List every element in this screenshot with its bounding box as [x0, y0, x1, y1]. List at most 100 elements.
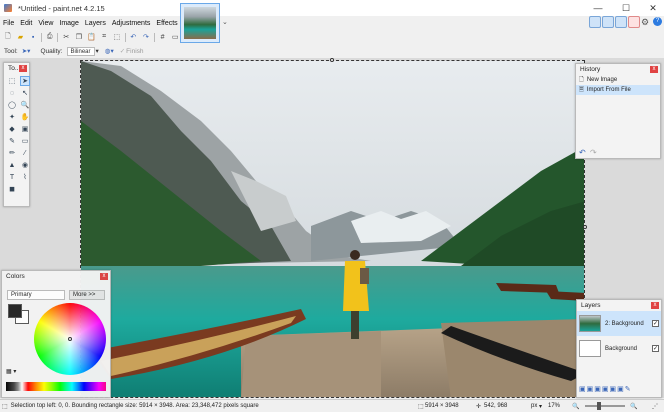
zoom-slider[interactable] — [585, 402, 625, 410]
lasso-select-tool-icon[interactable]: ◌ — [7, 88, 17, 98]
move-layer-up-icon[interactable]: ▣ — [610, 386, 618, 393]
open-folder-icon[interactable]: ▰ — [16, 33, 26, 42]
history-window-toggle-icon[interactable] — [602, 16, 614, 28]
redo-icon[interactable]: ↷ — [141, 33, 151, 42]
layer-row[interactable]: Background ✓ — [577, 336, 661, 361]
color-wheel[interactable] — [34, 303, 106, 375]
blend-mode-icon[interactable]: ◍▾ — [105, 47, 114, 55]
layer-visibility-checkbox[interactable]: ✓ — [652, 320, 659, 327]
zoom-tool-icon[interactable]: 🔍 — [20, 100, 30, 110]
close-button[interactable]: ✕ — [643, 2, 663, 14]
layer-thumbnail — [579, 315, 601, 332]
toolbar-separator — [153, 32, 155, 42]
zoom-dropdown-icon[interactable]: ▾ — [539, 403, 542, 410]
thumbnail-image — [184, 7, 216, 39]
add-layer-icon[interactable]: ▣ — [579, 386, 587, 393]
layer-visibility-checkbox[interactable]: ✓ — [652, 345, 659, 352]
paste-icon[interactable]: 📋 — [87, 33, 97, 42]
zoom-slider-thumb[interactable] — [597, 402, 601, 410]
maximize-button[interactable]: ☐ — [616, 2, 636, 14]
menu-view[interactable]: View — [35, 20, 56, 27]
duplicate-layer-icon[interactable]: ▣ — [594, 386, 602, 393]
pencil-tool-icon[interactable]: ✏ — [7, 148, 17, 158]
copy-icon[interactable]: ❐ — [74, 33, 84, 42]
shapes-tool-icon[interactable]: ◼ — [7, 184, 17, 194]
image-canvas[interactable] — [80, 60, 585, 398]
colors-window-toggle-icon[interactable] — [628, 16, 640, 28]
layers-panel-close-icon[interactable]: x — [651, 302, 659, 309]
current-tool-move-selection-icon[interactable]: ➤▾ — [22, 47, 31, 55]
quality-label: Quality: — [40, 47, 63, 55]
history-item-label: Import From File — [586, 87, 631, 93]
primary-color-swatch[interactable] — [8, 304, 22, 318]
layer-properties-icon[interactable]: ✎ — [625, 386, 632, 393]
history-redo-icon[interactable]: ↷ — [590, 148, 597, 157]
history-item[interactable]: 🗋 New Image — [576, 75, 660, 85]
new-file-icon[interactable]: 🗋 — [3, 33, 13, 42]
layer-thumbnail — [579, 340, 601, 357]
menu-image[interactable]: Image — [56, 20, 81, 27]
menu-file[interactable]: File — [0, 20, 17, 27]
menu-effects[interactable]: Effects — [153, 20, 180, 27]
ellipse-select-tool-icon[interactable]: ◯ — [7, 100, 17, 110]
menu-edit[interactable]: Edit — [17, 20, 35, 27]
history-undo-icon[interactable]: ↶ — [579, 148, 586, 157]
selection-handle-top[interactable] — [330, 58, 334, 62]
lake-photo-image — [81, 61, 584, 397]
main-toolbar: 🗋 ▰ ▪ ⎙ ✂ ❐ 📋 ⌗ ⬚ ↶ ↷ # ▭ — [0, 31, 180, 43]
undo-icon[interactable]: ↶ — [129, 33, 139, 42]
crop-to-selection-icon[interactable]: ⌗ — [99, 33, 109, 42]
move-selected-tool-icon[interactable]: ↖ — [20, 88, 30, 98]
settings-gear-icon[interactable]: ⚙ — [641, 17, 649, 28]
zoom-percent[interactable]: 17% — [548, 403, 560, 409]
paintbrush-tool-icon[interactable]: ✎ — [7, 136, 17, 146]
pan-tool-icon[interactable]: ✋ — [20, 112, 30, 122]
paint-bucket-tool-icon[interactable]: ◆ — [7, 124, 17, 134]
tools-window-toggle-icon[interactable] — [589, 16, 601, 28]
line-curve-tool-icon[interactable]: ⌇ — [20, 172, 30, 182]
text-tool-icon[interactable]: T — [7, 172, 17, 182]
clone-stamp-tool-icon[interactable]: ▲ — [7, 160, 17, 170]
rectangle-select-tool-icon[interactable]: ⬚ — [7, 76, 17, 86]
color-picker-tool-icon[interactable]: ⁄ — [20, 148, 30, 158]
toolbar-separator — [57, 32, 59, 42]
history-panel-close-icon[interactable]: x — [650, 66, 658, 73]
deselect-icon[interactable]: ⬚ — [112, 33, 122, 42]
move-selection-tool-icon[interactable]: ➤ — [20, 76, 30, 86]
color-palette-strip[interactable] — [6, 382, 106, 391]
layer-row[interactable]: 2: Background ✓ — [577, 311, 661, 336]
recolor-tool-icon[interactable]: ◉ — [20, 160, 30, 170]
resize-grip-icon[interactable]: ⋰ — [652, 403, 658, 410]
menu-adjustments[interactable]: Adjustments — [109, 20, 154, 27]
quality-select[interactable]: Bilinear — [66, 46, 95, 56]
save-icon[interactable]: ▪ — [28, 33, 38, 42]
zoom-out-icon[interactable]: 🔍 — [572, 403, 579, 410]
tools-panel-close-icon[interactable]: x — [19, 65, 27, 72]
print-icon[interactable]: ⎙ — [45, 33, 55, 42]
magic-wand-tool-icon[interactable]: ✦ — [7, 112, 17, 122]
minimize-button[interactable]: — — [588, 2, 608, 14]
cut-icon[interactable]: ✂ — [61, 33, 71, 42]
menu-layers[interactable]: Layers — [82, 20, 109, 27]
palette-icon[interactable]: ▦ ▾ — [6, 368, 16, 375]
move-layer-down-icon[interactable]: ▣ — [617, 386, 625, 393]
color-mode-select[interactable]: Primary — [7, 290, 65, 300]
units-select[interactable]: px — [531, 403, 537, 409]
more-colors-button[interactable]: More >> — [69, 290, 105, 300]
selection-icon: ⬚ — [2, 403, 8, 410]
merge-layer-icon[interactable]: ▣ — [602, 386, 610, 393]
selection-handle-right[interactable] — [583, 225, 587, 229]
zoom-in-icon[interactable]: 🔍 — [630, 403, 637, 410]
eraser-tool-icon[interactable]: ▭ — [20, 136, 30, 146]
dropdown-arrow-icon[interactable]: ▾ — [96, 47, 99, 55]
layers-window-toggle-icon[interactable] — [615, 16, 627, 28]
image-tab-thumbnail[interactable] — [180, 3, 220, 43]
colors-panel-close-icon[interactable]: x — [100, 273, 108, 280]
history-item[interactable]: 🗏 Import From File — [576, 85, 660, 95]
grid-icon[interactable]: # — [158, 33, 168, 42]
help-icon[interactable]: ? — [653, 17, 662, 26]
rulers-icon[interactable]: ▭ — [170, 33, 180, 42]
finish-button[interactable]: Finish — [126, 48, 143, 55]
chevron-down-icon[interactable]: ⌄ — [222, 18, 228, 26]
gradient-tool-icon[interactable]: ▣ — [20, 124, 30, 134]
